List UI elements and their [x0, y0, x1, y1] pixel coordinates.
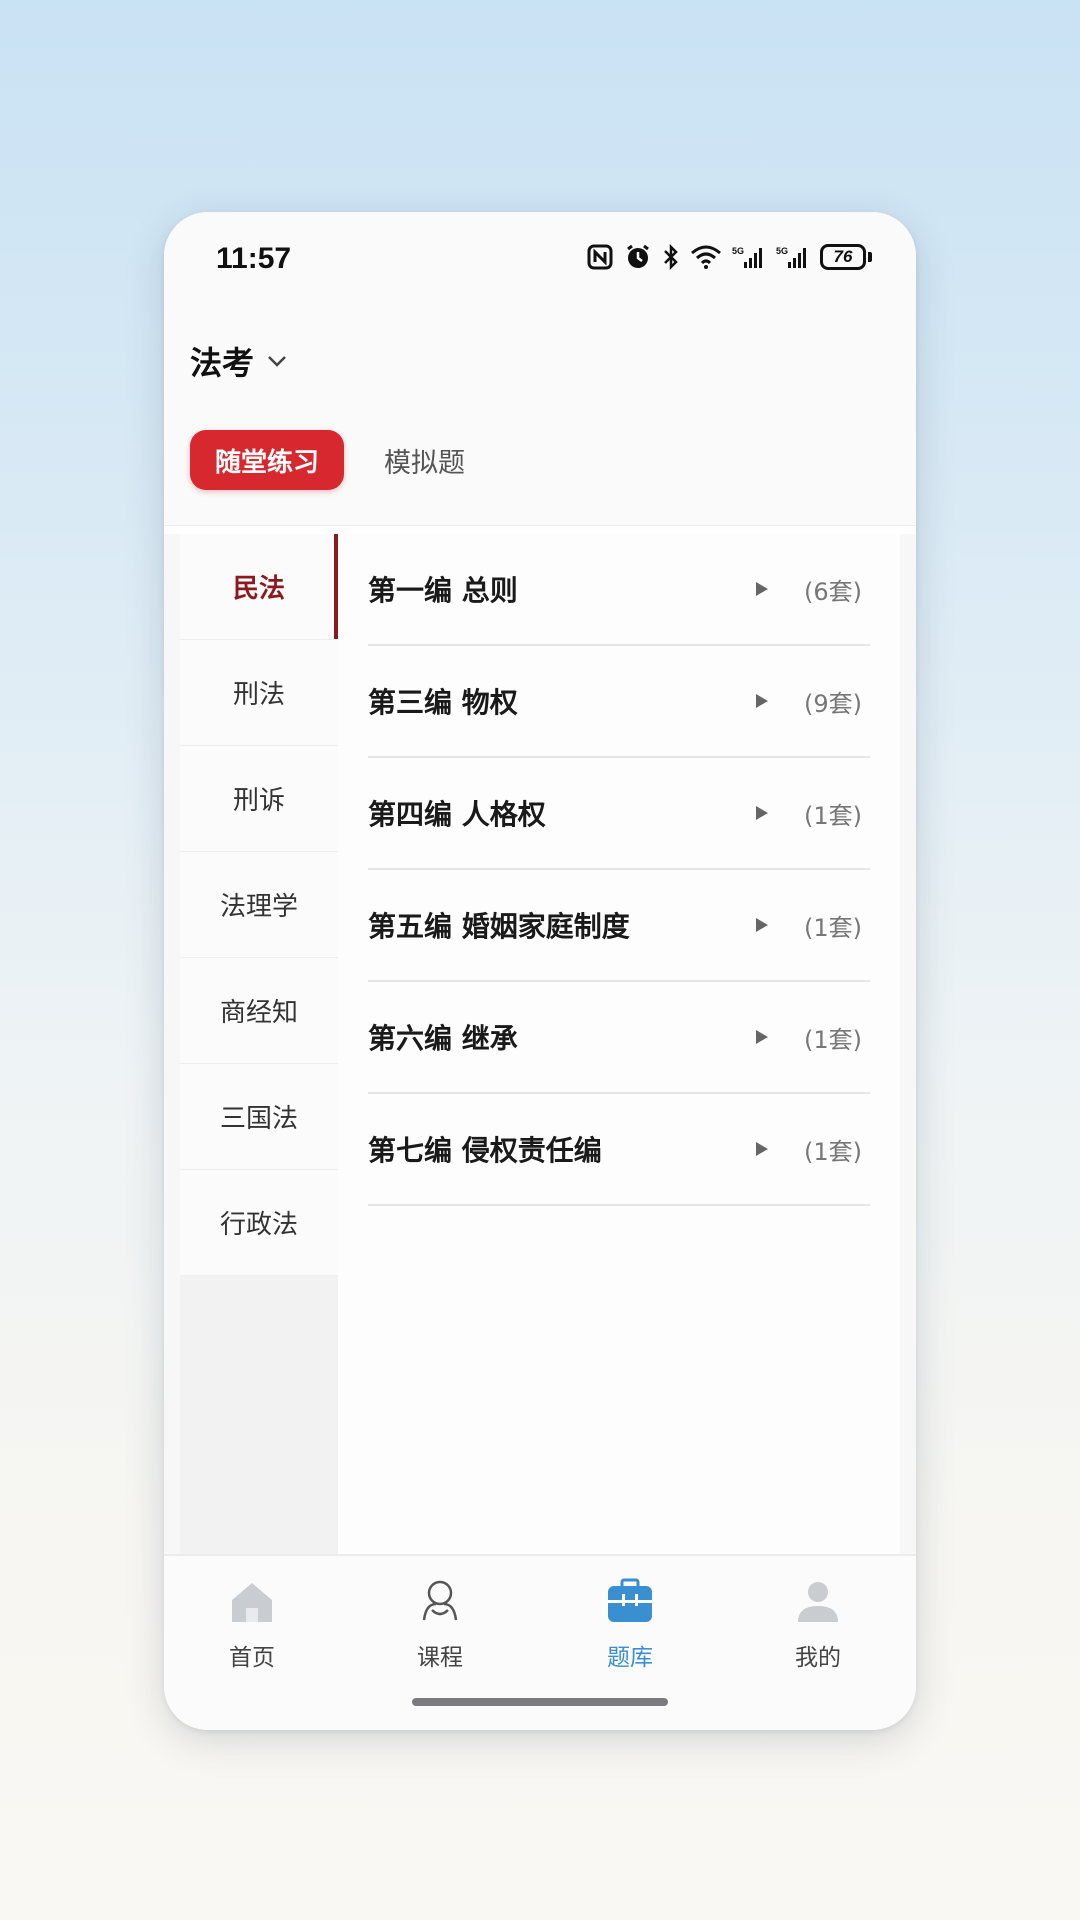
nav-question-bank[interactable]: 题库	[570, 1576, 690, 1686]
home-indicator[interactable]	[412, 1698, 668, 1706]
tab-bar: 随堂练习 模拟题	[164, 420, 916, 526]
set-count: (1套)	[804, 913, 862, 942]
content-area: 民法 刑法 刑诉 法理学 商经知 三国法 行政法 第一编 总则 (6套) 第三编…	[164, 534, 916, 1554]
play-arrow-icon	[756, 1030, 768, 1044]
list-item[interactable]: 第七编 侵权责任编 (1套)	[368, 1094, 870, 1206]
svg-text:5G: 5G	[732, 246, 744, 256]
nav-label-home: 首页	[229, 1645, 275, 1671]
exam-title: 法考	[190, 344, 255, 382]
chapter-title: 第五编 婚姻家庭制度	[368, 910, 630, 943]
chapter-title: 第四编 人格权	[368, 798, 546, 831]
set-count: (1套)	[804, 1025, 862, 1054]
profile-icon	[798, 1582, 838, 1622]
list-item[interactable]: 第五编 婚姻家庭制度 (1套)	[368, 870, 870, 982]
chapter-title: 第六编 继承	[368, 1022, 518, 1055]
list-item[interactable]: 第四编 人格权 (1套)	[368, 758, 870, 870]
alarm-icon	[627, 244, 649, 268]
sidebar-item-administrative-law[interactable]: 行政法	[180, 1170, 338, 1276]
phone-frame: 11:57 5G 5G 76 法考 随堂练习 模拟题 民法 刑法 刑诉 法理学 …	[164, 212, 916, 1730]
tab-in-class-practice[interactable]: 随堂练习	[190, 430, 344, 490]
nav-profile[interactable]: 我的	[758, 1576, 878, 1686]
battery-level: 76	[833, 247, 853, 266]
play-arrow-icon	[756, 694, 768, 708]
svg-text:5G: 5G	[776, 246, 788, 256]
play-arrow-icon	[756, 1142, 768, 1156]
nav-home[interactable]: 首页	[192, 1576, 312, 1686]
signal-5g-icon: 5G	[732, 246, 762, 268]
status-bar: 11:57 5G 5G 76	[164, 212, 916, 300]
sidebar-item-jurisprudence[interactable]: 法理学	[180, 852, 338, 958]
status-time: 11:57	[216, 242, 292, 275]
sidebar-item-civil-law[interactable]: 民法	[180, 534, 338, 640]
wifi-icon	[691, 245, 721, 269]
set-count: (1套)	[804, 801, 862, 830]
sidebar-item-criminal-law[interactable]: 刑法	[180, 640, 338, 746]
tab-mock-exam[interactable]: 模拟题	[384, 430, 465, 490]
subject-sidebar: 民法 刑法 刑诉 法理学 商经知 三国法 行政法	[180, 534, 338, 1554]
list-item[interactable]: 第一编 总则 (6套)	[368, 534, 870, 646]
bluetooth-icon	[664, 244, 678, 270]
sidebar-item-criminal-procedure[interactable]: 刑诉	[180, 746, 338, 852]
nav-course[interactable]: 课程	[380, 1576, 500, 1686]
sidebar-item-three-international-laws[interactable]: 三国法	[180, 1064, 338, 1170]
status-icons: 5G 5G 76	[586, 244, 872, 270]
question-bank-icon	[608, 1578, 652, 1622]
set-count: (9套)	[804, 689, 862, 718]
list-item[interactable]: 第六编 继承 (1套)	[368, 982, 870, 1094]
chapter-title: 第七编 侵权责任编	[368, 1134, 602, 1167]
nav-label-course: 课程	[417, 1645, 463, 1671]
signal-5g-icon: 5G	[776, 246, 806, 268]
sidebar-item-commercial-economic-ip[interactable]: 商经知	[180, 958, 338, 1064]
exam-selector[interactable]: 法考	[190, 338, 290, 384]
battery-icon: 76	[820, 244, 872, 270]
set-count: (6套)	[804, 577, 862, 606]
chevron-down-icon	[268, 356, 286, 367]
chapter-list: 第一编 总则 (6套) 第三编 物权 (9套) 第四编 人格权 (1套) 第五编…	[338, 534, 900, 1554]
set-count: (1套)	[804, 1137, 862, 1166]
nav-label-question-bank: 题库	[607, 1645, 653, 1671]
play-arrow-icon	[756, 806, 768, 820]
list-item[interactable]: 第三编 物权 (9套)	[368, 646, 870, 758]
chapter-title: 第一编 总则	[368, 574, 518, 607]
header: 法考	[164, 300, 916, 420]
chapter-title: 第三编 物权	[368, 686, 518, 719]
home-icon	[232, 1583, 272, 1622]
play-arrow-icon	[756, 582, 768, 596]
play-arrow-icon	[756, 918, 768, 932]
nav-label-profile: 我的	[795, 1645, 841, 1671]
nfc-icon	[587, 244, 613, 270]
course-icon	[422, 1580, 458, 1621]
